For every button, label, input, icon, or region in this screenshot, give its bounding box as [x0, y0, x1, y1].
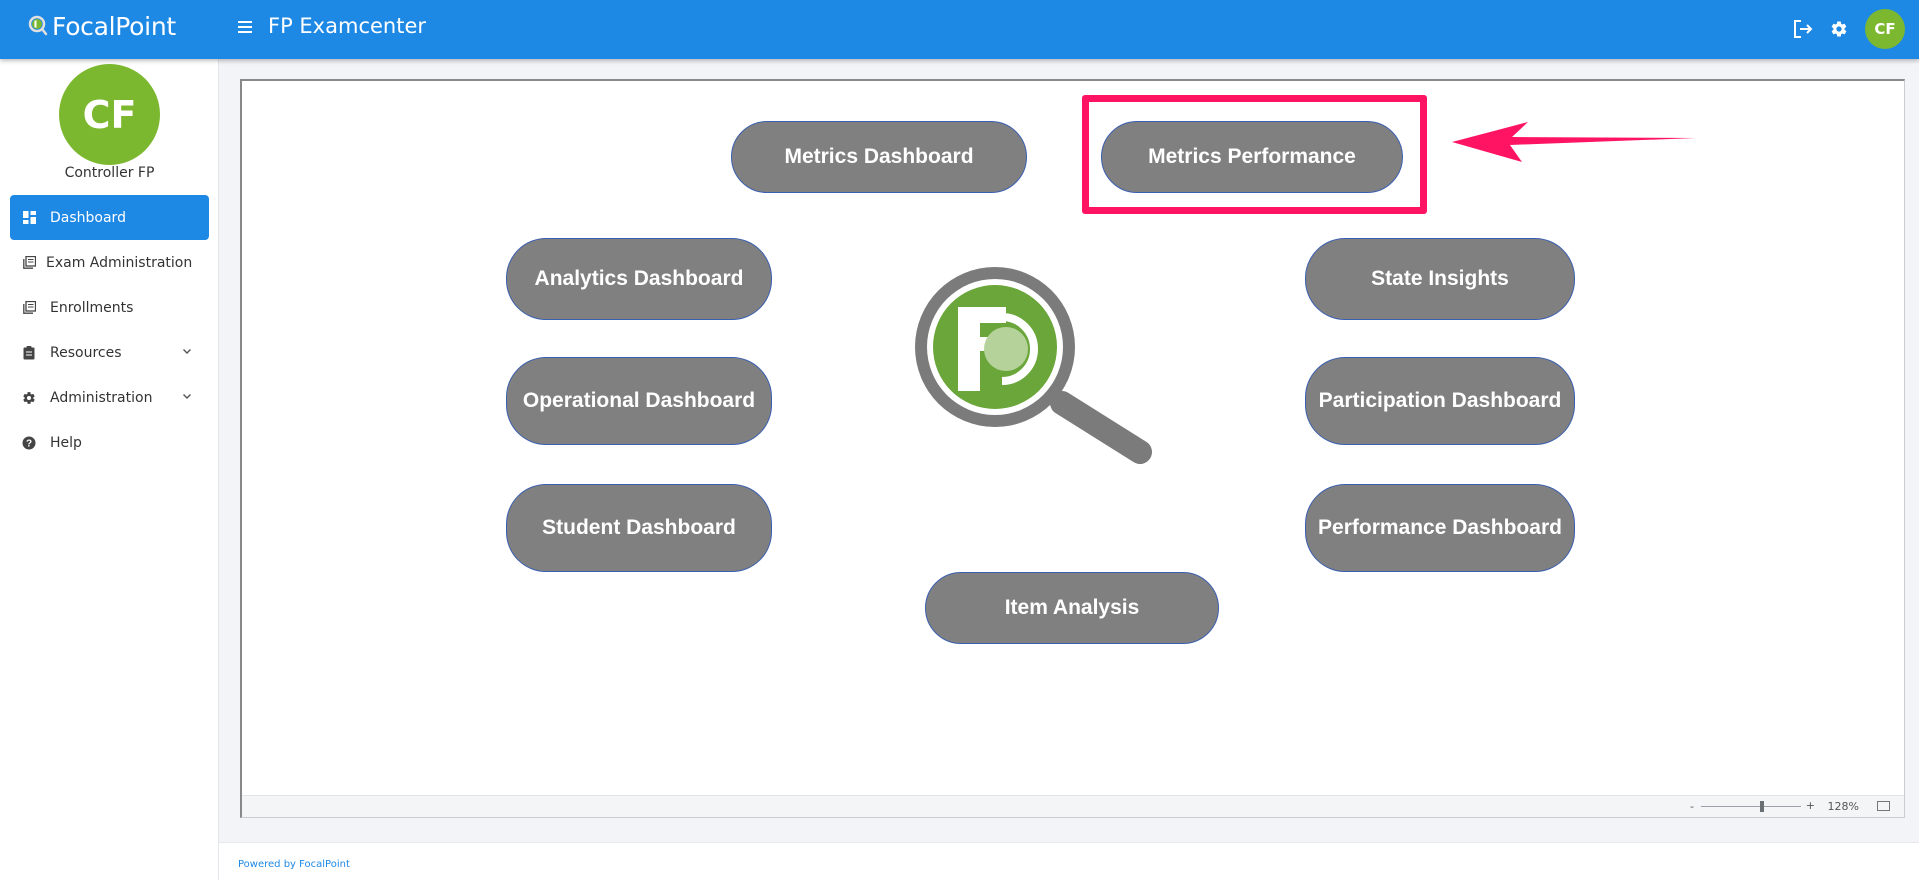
sidebar-item-label: Exam Administration — [46, 254, 193, 271]
sidebar-item-label: Administration — [50, 389, 153, 406]
footer: Powered by FocalPoint — [219, 842, 1919, 880]
sidebar-item-dashboard[interactable]: Dashboard — [10, 195, 209, 240]
user-name: Controller FP — [64, 165, 155, 181]
zoom-out-button[interactable]: - — [1690, 800, 1694, 813]
svg-text:?: ? — [26, 438, 32, 449]
chevron-down-icon[interactable] — [181, 390, 193, 402]
analytics-dashboard-button[interactable]: Analytics Dashboard — [506, 238, 772, 320]
brand-logo[interactable]: FocalPoint — [28, 12, 176, 41]
performance-dashboard-button[interactable]: Performance Dashboard — [1305, 484, 1575, 572]
dashboard-icon — [22, 211, 36, 225]
student-dashboard-button[interactable]: Student Dashboard — [506, 484, 772, 572]
annotation-arrow-icon — [1452, 122, 1696, 162]
library-books-icon — [22, 256, 36, 270]
sidebar-nav: Dashboard Exam Administration Enrollment… — [10, 195, 209, 465]
zoom-in-button[interactable]: + — [1806, 799, 1815, 812]
zoom-slider-track[interactable] — [1701, 806, 1801, 807]
sidebar-item-exam-administration[interactable]: Exam Administration — [10, 240, 209, 285]
sidebar-item-resources[interactable]: Resources — [10, 330, 209, 375]
sidebar-item-label: Enrollments — [50, 299, 134, 316]
library-books-icon — [22, 301, 36, 315]
sidebar-item-enrollments[interactable]: Enrollments — [10, 285, 209, 330]
brand-name: FocalPoint — [52, 12, 176, 41]
hamburger-menu-icon[interactable] — [236, 18, 256, 38]
top-app-bar: FocalPoint FP Examcenter CF — [0, 0, 1919, 59]
sidebar-item-label: Resources — [50, 344, 122, 361]
top-actions: CF — [1785, 9, 1905, 49]
sidebar-item-label: Help — [50, 434, 82, 451]
sidebar-item-help[interactable]: ? Help — [10, 420, 209, 465]
focalpoint-magnifier-logo — [915, 267, 1152, 464]
operational-dashboard-button[interactable]: Operational Dashboard — [506, 357, 772, 445]
gear-icon — [22, 391, 36, 405]
gear-icon[interactable] — [1821, 9, 1857, 49]
dashboard-embed-frame: Metrics Dashboard Metrics Performance An… — [240, 79, 1905, 818]
app-title: FP Examcenter — [268, 14, 427, 38]
user-avatar[interactable]: CF — [1865, 9, 1905, 49]
chevron-down-icon[interactable] — [181, 345, 193, 357]
logout-icon[interactable] — [1785, 9, 1821, 49]
participation-dashboard-button[interactable]: Participation Dashboard — [1305, 357, 1575, 445]
viewer-toolbar: - + 128% — [242, 795, 1904, 817]
zoom-slider-handle[interactable] — [1760, 801, 1764, 812]
profile-avatar: CF — [59, 64, 160, 165]
item-analysis-button[interactable]: Item Analysis — [925, 572, 1219, 644]
metrics-dashboard-button[interactable]: Metrics Dashboard — [731, 121, 1027, 193]
sidebar: CF Controller FP Dashboard Exam Administ… — [0, 59, 219, 880]
fit-to-page-icon[interactable] — [1877, 801, 1890, 811]
highlight-box — [1082, 95, 1427, 214]
clipboard-icon — [22, 345, 36, 360]
help-circle-icon: ? — [22, 436, 36, 450]
powered-by-link[interactable]: Powered by FocalPoint — [238, 859, 350, 870]
state-insights-button[interactable]: State Insights — [1305, 238, 1575, 320]
zoom-level: 128% — [1827, 800, 1859, 813]
sidebar-item-administration[interactable]: Administration — [10, 375, 209, 420]
sidebar-item-label: Dashboard — [50, 209, 126, 226]
focalpoint-logo-icon — [28, 15, 48, 35]
